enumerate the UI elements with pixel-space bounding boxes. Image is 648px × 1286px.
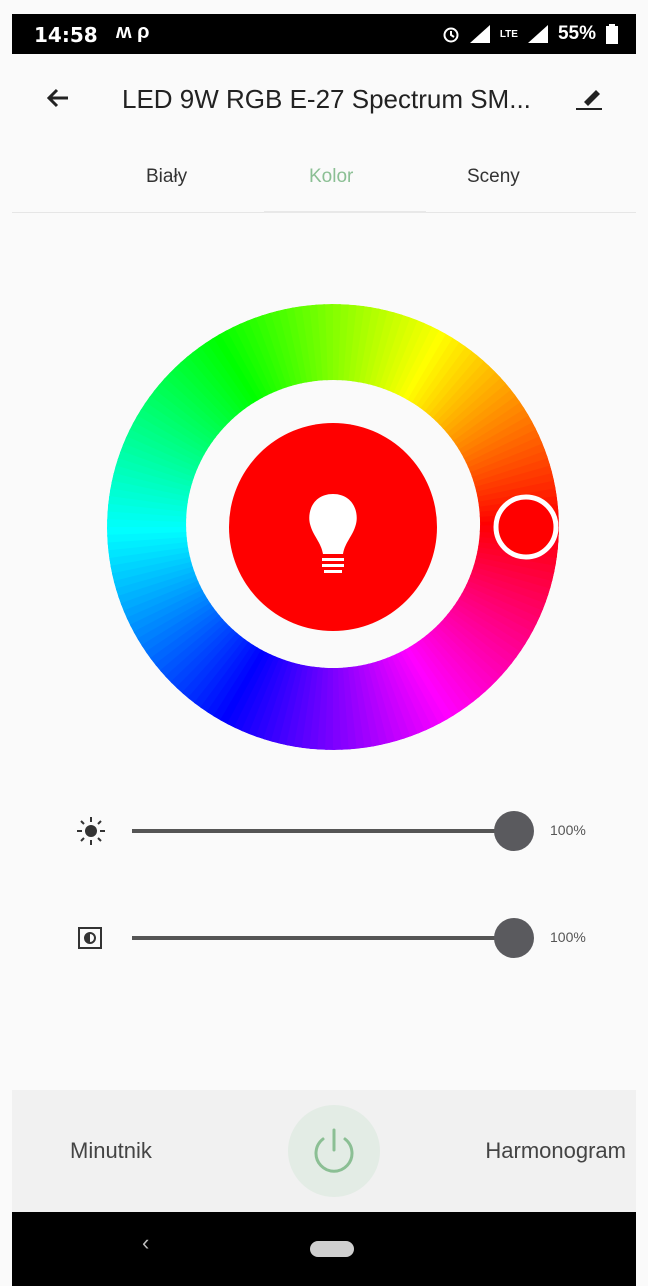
mode-tabs: Biały Kolor Sceny — [12, 150, 636, 213]
color-wheel[interactable] — [107, 304, 559, 750]
bottom-bar: Minutnik Harmonogram — [12, 1090, 636, 1212]
battery-icon — [606, 24, 618, 44]
power-button[interactable] — [288, 1105, 380, 1197]
battery-percent: 55% — [557, 23, 596, 44]
contrast-icon — [76, 923, 106, 953]
schedule-button[interactable]: Harmonogram — [485, 1138, 626, 1164]
tab-sceny[interactable]: Sceny — [467, 166, 520, 188]
app-bar: LED 9W RGB E-27 Spectrum SM... — [12, 54, 636, 150]
brightness-value: 100% — [550, 822, 586, 838]
alarm-icon — [443, 27, 459, 43]
slider-thumb[interactable] — [494, 918, 534, 958]
signal-icon — [469, 25, 490, 43]
tab-indicator — [264, 211, 426, 213]
timer-button[interactable]: Minutnik — [70, 1138, 152, 1164]
nav-back-icon[interactable]: ‹ — [142, 1230, 149, 1256]
saturation-value: 100% — [550, 929, 586, 945]
tab-kolor[interactable]: Kolor — [309, 166, 353, 188]
slider-thumb[interactable] — [494, 811, 534, 851]
edit-pencil-icon[interactable] — [572, 80, 606, 114]
saturation-slider[interactable]: 100% — [12, 913, 636, 963]
signal-icon-2 — [527, 25, 548, 43]
color-wheel-graphic[interactable] — [107, 304, 559, 750]
slider-track[interactable] — [132, 829, 530, 833]
tab-bialy[interactable]: Biały — [146, 166, 187, 188]
device-title: LED 9W RGB E-27 Spectrum SM... — [122, 84, 531, 114]
nav-home-pill[interactable] — [310, 1241, 354, 1257]
brightness-slider[interactable]: 100% — [12, 806, 636, 856]
status-bar: 14:58 ʍ ρ LTE 55% — [12, 14, 636, 54]
notification-icons: ʍ ρ — [116, 21, 150, 43]
back-arrow-icon[interactable] — [42, 82, 74, 114]
slider-track[interactable] — [132, 936, 530, 940]
lte-label: LTE — [499, 28, 518, 40]
status-time: 14:58 — [34, 23, 98, 47]
system-nav-bar: ‹ — [12, 1212, 636, 1286]
brightness-icon — [76, 816, 106, 846]
power-icon — [314, 1128, 354, 1173]
color-picker-handle — [493, 494, 559, 560]
